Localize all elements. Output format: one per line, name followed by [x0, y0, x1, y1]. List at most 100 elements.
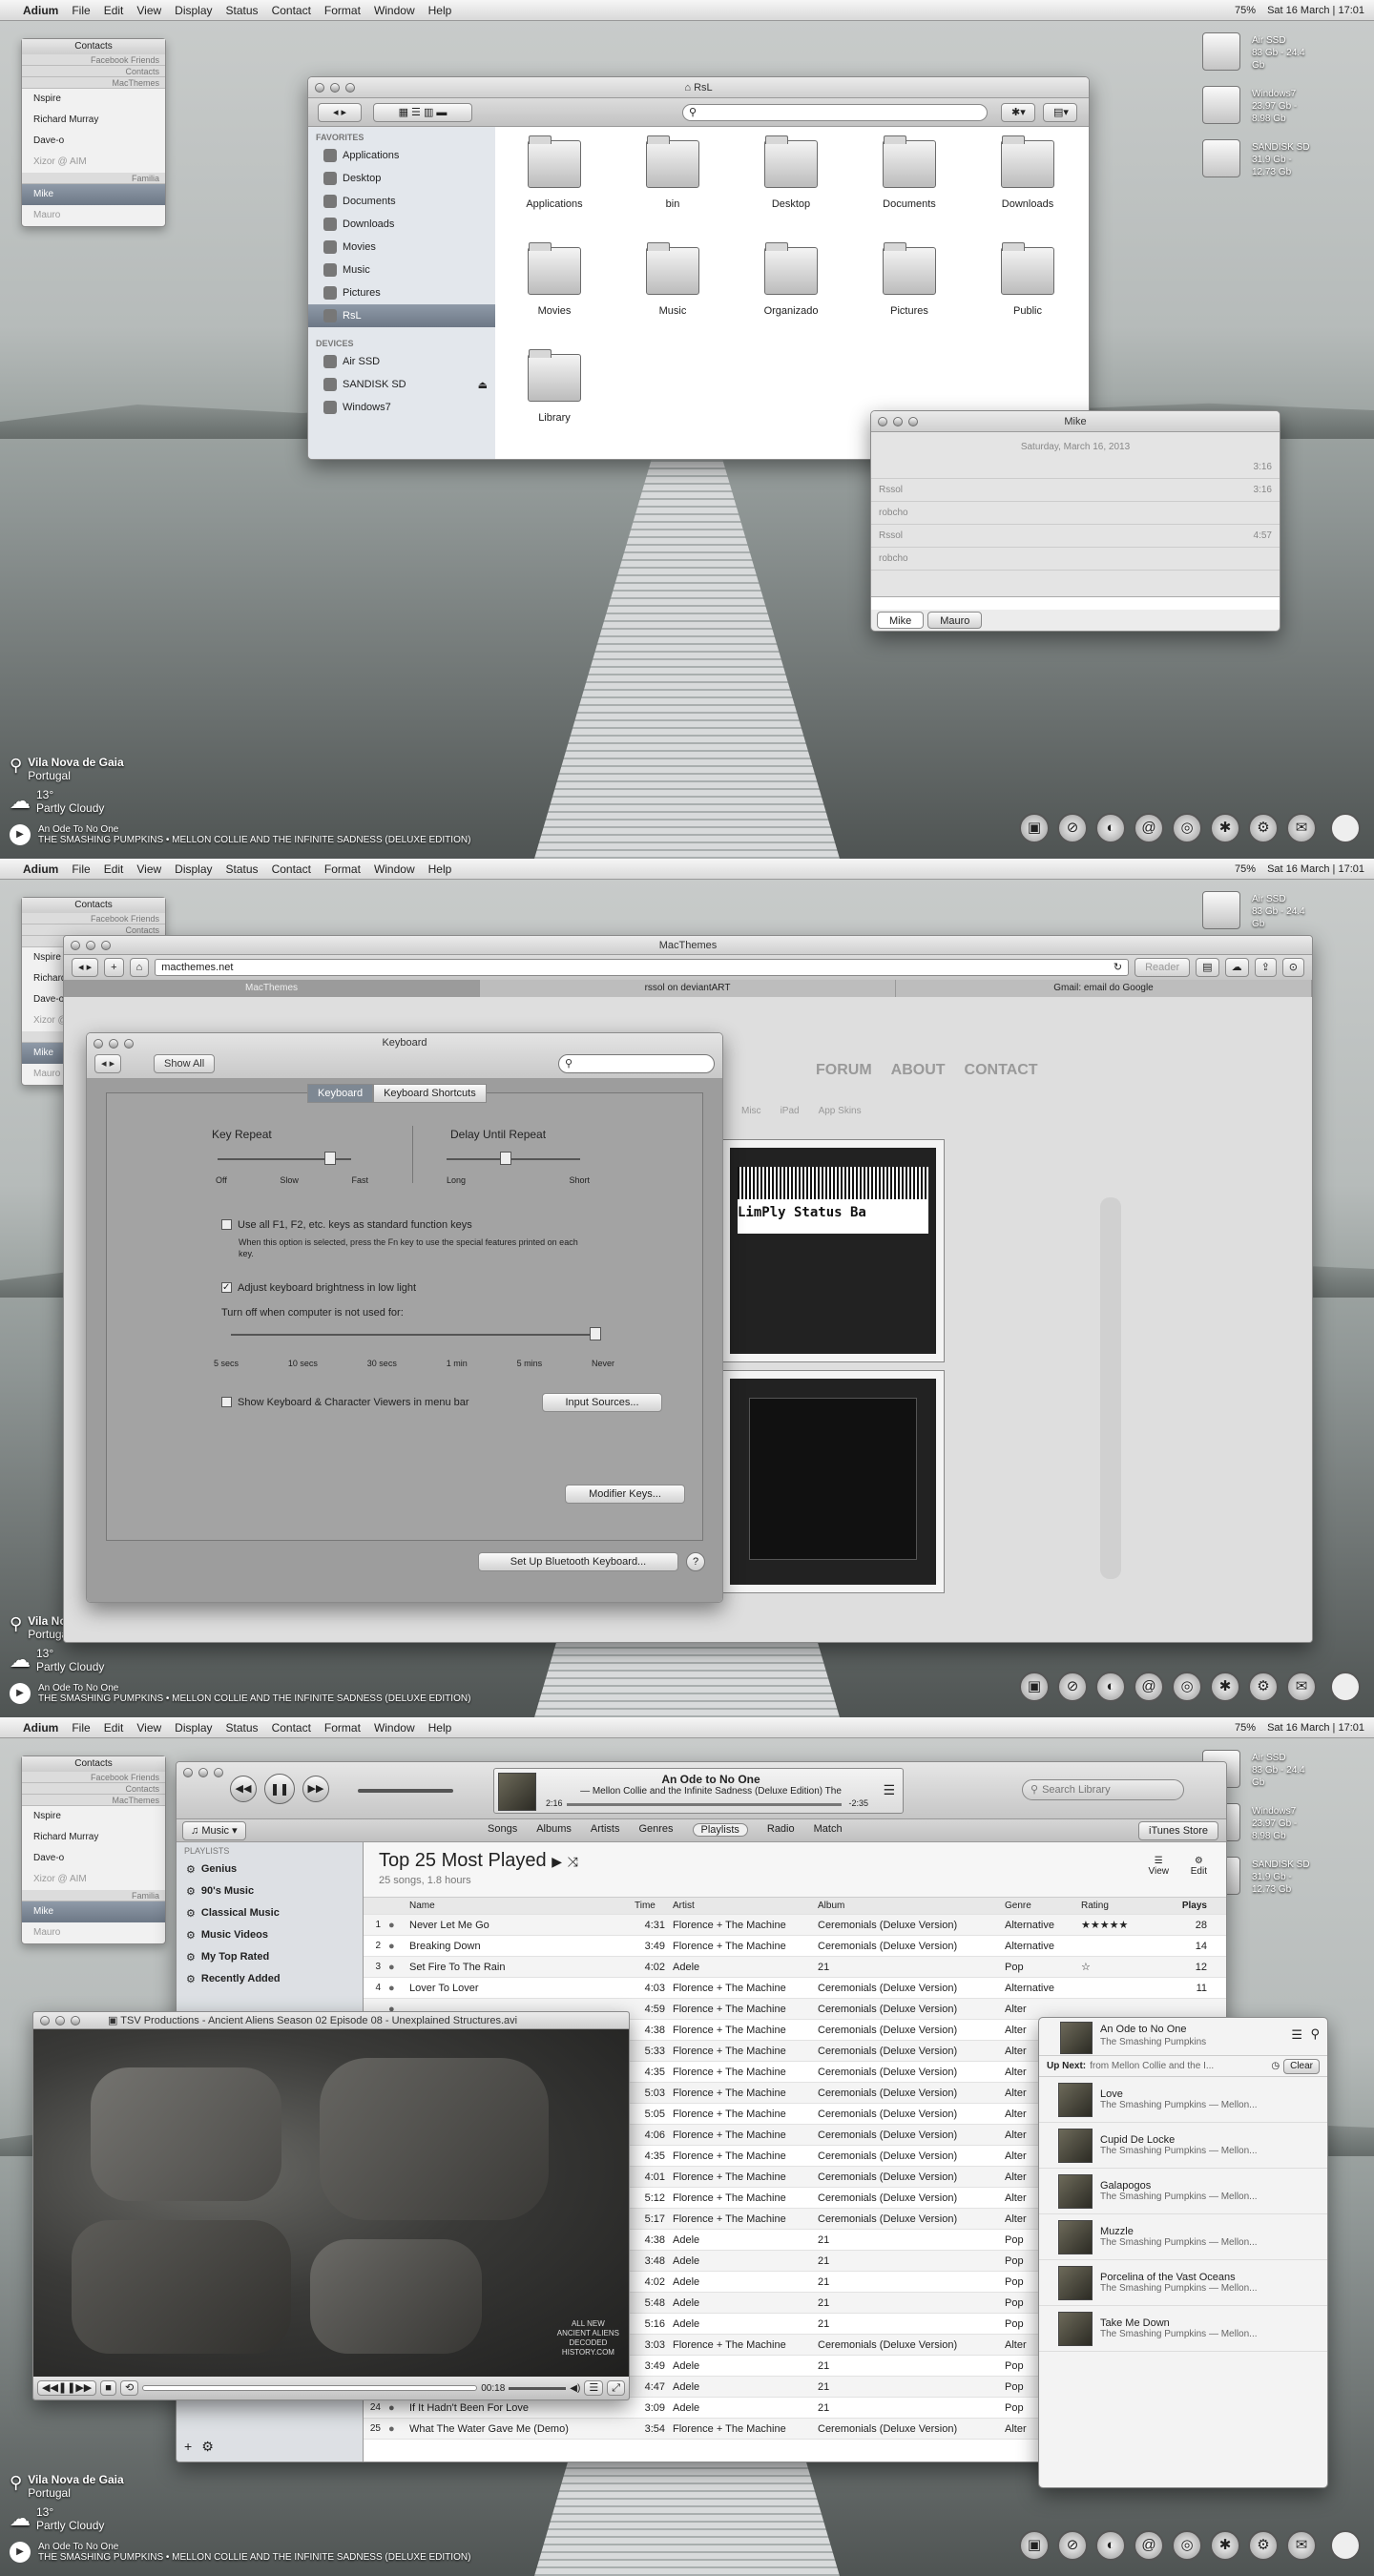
edit-button[interactable]: ⚙ Edit	[1191, 1856, 1207, 1877]
menu-item[interactable]: Contact	[272, 4, 311, 17]
turnoff-slider[interactable]	[231, 1327, 601, 1340]
contact-group[interactable]: Contacts	[22, 1783, 165, 1795]
download-icon[interactable]: ⊙	[1281, 958, 1304, 977]
dock-icon[interactable]: ◐	[1095, 2530, 1126, 2561]
contact-group[interactable]: Facebook Friends	[22, 913, 165, 924]
sidebar-item[interactable]: Downloads	[308, 213, 495, 236]
dock-extra-circle[interactable]	[1330, 813, 1361, 843]
sidebar-item[interactable]: Desktop	[308, 167, 495, 190]
contact-item[interactable]: Nspire	[22, 1806, 165, 1827]
column-header[interactable]: Time	[631, 1901, 669, 1911]
menu-item[interactable]: Status	[226, 4, 259, 17]
close-button[interactable]	[94, 1039, 103, 1049]
nav-tab[interactable]: Match	[814, 1823, 843, 1837]
folder-item[interactable]: Desktop	[743, 135, 839, 210]
seek-bar[interactable]	[142, 2385, 478, 2391]
column-header[interactable]: Rating	[1077, 1901, 1154, 1911]
app-menu[interactable]: Adium	[23, 1721, 58, 1735]
dock-icon[interactable]: ◎	[1172, 2530, 1202, 2561]
prefs-tab[interactable]: Keyboard Shortcuts	[373, 1084, 487, 1103]
dock-icon[interactable]: @	[1134, 1672, 1164, 1702]
contact-item[interactable]: Dave-o	[22, 1848, 165, 1869]
dock-extra-circle[interactable]	[1330, 1672, 1361, 1702]
sidebar-icon[interactable]: ▤	[1196, 958, 1219, 977]
folder-item[interactable]: Applications	[507, 135, 602, 210]
sidebar-device[interactable]: Air SSD	[308, 350, 495, 373]
up-next-item[interactable]: Love The Smashing Pumpkins — Mellon...	[1039, 2077, 1327, 2123]
menu-item[interactable]: Edit	[104, 1721, 124, 1735]
close-button[interactable]	[315, 83, 324, 93]
battery-status[interactable]: 75%	[1235, 1722, 1256, 1734]
column-header[interactable]: Genre	[1001, 1901, 1077, 1911]
nav-tab[interactable]: Radio	[767, 1823, 795, 1837]
dock-icon[interactable]: ✉	[1286, 2530, 1317, 2561]
gear-icon[interactable]: ⚙	[201, 2439, 214, 2455]
menu-item[interactable]: Format	[324, 1721, 361, 1735]
menu-item[interactable]: View	[136, 1721, 161, 1735]
up-next-item[interactable]: Porcelina of the Vast Oceans The Smashing…	[1039, 2260, 1327, 2306]
menu-item[interactable]: Help	[428, 862, 452, 876]
column-header[interactable]: Album	[814, 1901, 1001, 1911]
contact-item[interactable]: Mauro	[22, 205, 165, 226]
delay-repeat-slider[interactable]	[447, 1152, 580, 1165]
zoom-button[interactable]	[71, 2016, 80, 2025]
dock-icon[interactable]: ◎	[1172, 1672, 1202, 1702]
playlist-item[interactable]: ⚙ My Top Rated	[177, 1947, 363, 1969]
arrange-button[interactable]: ▤▾	[1043, 103, 1077, 122]
video-frame[interactable]: ALL NEW ANCIENT ALIENS DECODED HISTORY.C…	[33, 2029, 629, 2377]
playlist-item[interactable]: ⚙ 90's Music	[177, 1881, 363, 1903]
viewer-option[interactable]: Show Keyboard & Character Viewers in men…	[221, 1397, 469, 1408]
reload-icon[interactable]: ↻	[1114, 960, 1128, 975]
skip-back-button[interactable]: ◀◀❚❚▶▶	[37, 2380, 97, 2396]
contact-group[interactable]: Familia	[22, 173, 165, 184]
dock-icon[interactable]: ◎	[1172, 813, 1202, 843]
menu-item[interactable]: Display	[175, 4, 212, 17]
sidebar-item[interactable]: Music	[308, 259, 495, 281]
key-repeat-slider[interactable]	[218, 1152, 351, 1165]
battery-status[interactable]: 75%	[1235, 5, 1256, 16]
zoom-button[interactable]	[214, 1768, 223, 1777]
close-button[interactable]	[40, 2016, 50, 2025]
reader-button[interactable]: Reader	[1135, 958, 1191, 977]
contact-item[interactable]: Mauro	[22, 1922, 165, 1943]
new-tab-button[interactable]: +	[104, 958, 124, 977]
dock-icon[interactable]: ⊘	[1057, 1672, 1088, 1702]
dock-icon[interactable]: ⊘	[1057, 2530, 1088, 2561]
theme-thumbnail[interactable]: LimPly Status Ba	[721, 1139, 945, 1362]
fn-keys-option[interactable]: Use all F1, F2, etc. keys as standard fu…	[221, 1219, 472, 1231]
dock-icon[interactable]: ✱	[1210, 813, 1240, 843]
menubar-clock[interactable]: Sat 16 March | 17:01	[1267, 863, 1364, 875]
close-button[interactable]	[878, 417, 887, 426]
checkbox-checked[interactable]: ✓	[221, 1282, 232, 1293]
folder-item[interactable]: Pictures	[862, 242, 957, 317]
eject-icon[interactable]: ⏏	[478, 379, 488, 391]
folder-item[interactable]: bin	[625, 135, 720, 210]
contact-item-selected[interactable]: Mike	[22, 1901, 165, 1922]
table-row[interactable]: 1 ● Never Let Me Go 4:31 Florence + The M…	[364, 1915, 1226, 1936]
chat-tab[interactable]: Mike	[877, 612, 925, 629]
bluetooth-keyboard-button[interactable]: Set Up Bluetooth Keyboard...	[478, 1552, 678, 1571]
nav-tab[interactable]: Artists	[591, 1823, 620, 1837]
nav-tab[interactable]: Songs	[488, 1823, 517, 1837]
playlist-item[interactable]: ⚙ Recently Added	[177, 1969, 363, 1991]
source-menu[interactable]: ♫ Music ▾	[182, 1821, 246, 1840]
slider-knob[interactable]	[324, 1152, 336, 1165]
column-header[interactable]: Plays	[1154, 1901, 1211, 1911]
dock-icon[interactable]: ✉	[1286, 813, 1317, 843]
contact-item[interactable]: Richard Murray	[22, 1827, 165, 1848]
site-nav-link[interactable]: FORUM	[816, 1062, 872, 1079]
table-row[interactable]: 4 ● Lover To Lover 4:03 Florence + The Ma…	[364, 1978, 1226, 1999]
minimize-button[interactable]	[86, 941, 95, 950]
history-icon[interactable]: ◷	[1271, 2061, 1280, 2071]
menu-item[interactable]: Help	[428, 1721, 452, 1735]
sidebar-item[interactable]: Applications	[308, 144, 495, 167]
site-subnav-link[interactable]: App Skins	[819, 1106, 862, 1116]
stop-button[interactable]: ■	[100, 2380, 116, 2396]
minimize-button[interactable]	[109, 1039, 118, 1049]
folder-item[interactable]: Organizado	[743, 242, 839, 317]
nav-tab[interactable]: Playlists	[692, 1823, 748, 1837]
menu-item[interactable]: File	[72, 1721, 90, 1735]
list-icon[interactable]: ☰	[1291, 2027, 1302, 2043]
browser-tab[interactable]: rssol on deviantART	[480, 980, 896, 997]
menu-item[interactable]: Format	[324, 862, 361, 876]
